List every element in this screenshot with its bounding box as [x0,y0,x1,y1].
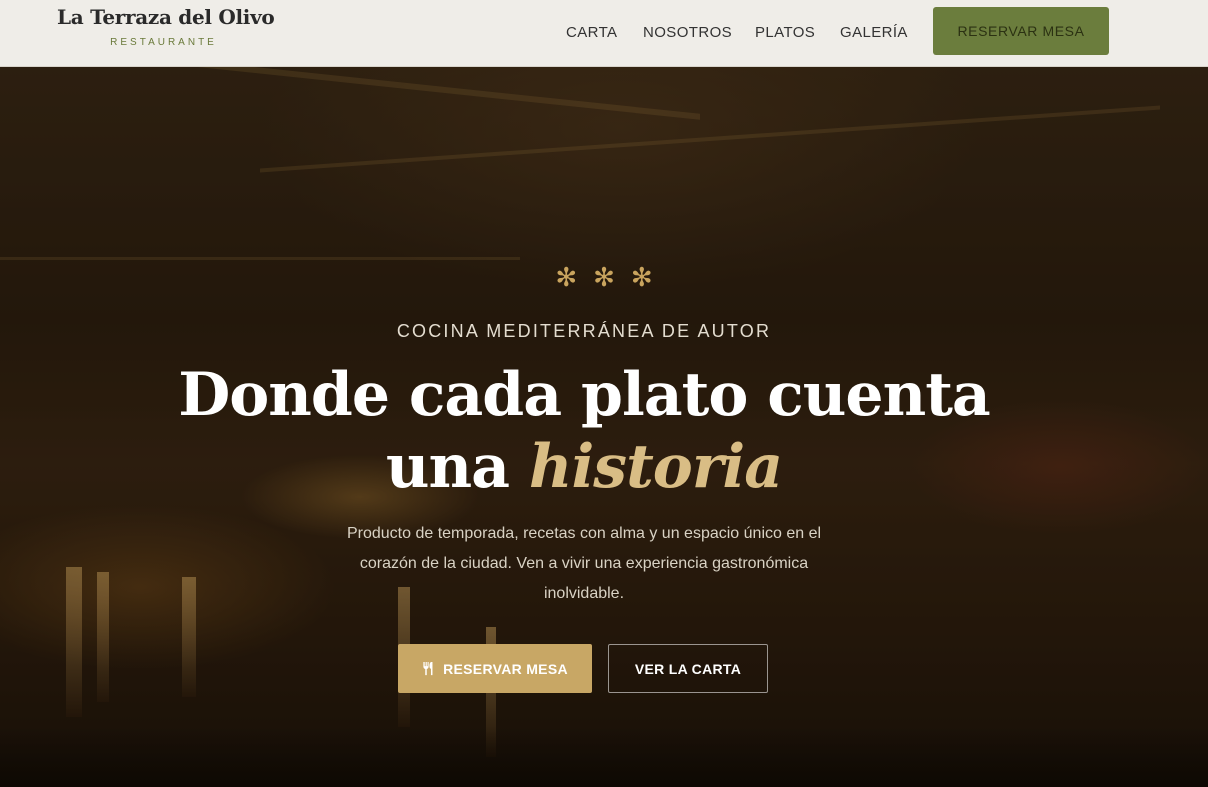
brand-name: La Terraza del Olivo [57,5,275,29]
reserve-table-button[interactable]: RESERVAR MESA [398,644,592,693]
hero-section: ✻✻✻ COCINA MEDITERRÁNEA DE AUTOR Donde c… [0,67,1208,787]
hero-eyebrow: COCINA MEDITERRÁNEA DE AUTOR [396,321,772,341]
nav-link-platos[interactable]: PLATOS [755,24,815,41]
hero-title-line1: Donde cada plato cuenta [178,360,991,430]
utensils-icon [423,661,433,676]
brand-subtitle: RESTAURANTE [110,37,217,48]
nav-link-carta[interactable]: CARTA [566,24,617,41]
brand-logo[interactable]: La Terraza del Olivo RESTAURANTE [57,5,275,48]
reserve-table-label: RESERVAR MESA [443,660,568,677]
ornament-stars: ✻✻✻ [555,263,669,293]
hero-title: Donde cada plato cuenta una historia [0,359,1168,503]
nav-link-galeria[interactable]: GALERÍA [840,24,908,41]
hero-title-line2-prefix: una [385,432,510,502]
nav-link-nosotros[interactable]: NOSOTROS [643,24,732,41]
view-menu-button[interactable]: VER LA CARTA [608,644,768,693]
view-menu-label: VER LA CARTA [634,660,742,677]
hero-title-accent: historia [528,432,783,502]
reserve-table-nav-button[interactable]: RESERVAR MESA [933,7,1109,55]
hero-description: Producto de temporada, recetas con alma … [346,525,822,602]
site-header: La Terraza del Olivo RESTAURANTE CARTA N… [0,0,1208,67]
